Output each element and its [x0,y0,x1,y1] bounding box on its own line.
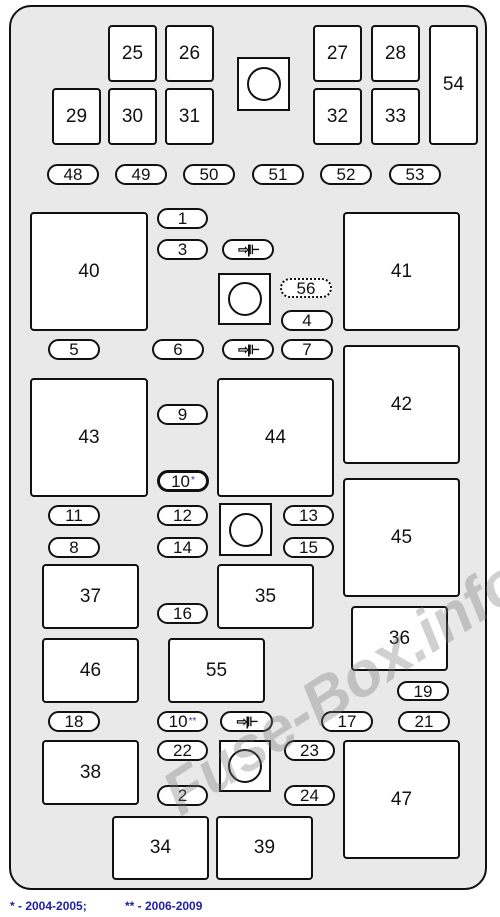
fuse-7: 7 [281,339,333,360]
diode: ⇨|⊩ [220,711,273,732]
bolt-circle-icon [228,512,263,547]
relay-28: 28 [371,25,420,82]
relay-37: 37 [42,564,139,629]
relay-34: 34 [112,816,209,880]
fuse-19: 19 [397,681,449,701]
fuse-10-2004-2005: 10 * [157,470,209,492]
fuse-49: 49 [115,164,167,185]
fuse-2: 2 [157,785,208,806]
fuse-6: 6 [152,339,204,360]
mounting-bolt [218,273,271,325]
fuse-15: 15 [283,537,334,558]
relay-30: 30 [108,88,157,145]
mounting-bolt [219,740,271,792]
fuse-4: 4 [281,310,333,331]
relay-29: 29 [52,88,101,145]
relay-46: 46 [42,638,139,703]
fuse-3: 3 [157,239,208,260]
mounting-bolt [237,57,290,111]
diode: ⇨|⊩ [222,339,274,360]
relay-54: 54 [429,25,478,145]
fuse-label: 10 [168,712,188,731]
fuse-52: 52 [320,164,372,185]
relay-38: 38 [42,740,139,805]
bolt-circle-icon [228,749,262,783]
relay-27: 27 [313,25,362,82]
fuse-8: 8 [48,537,100,558]
fuse-17: 17 [321,711,373,732]
relay-40: 40 [30,212,148,331]
bolt-circle-icon [227,282,262,316]
legend-note-2006-2009: ** - 2006-2009 [125,899,203,913]
legend-note-2004-2005: * - 2004-2005; [10,899,87,913]
fuse-10-2006-2009: 10 ** [157,711,208,732]
relay-25: 25 [108,25,157,82]
fuse-9: 9 [157,404,208,425]
relay-31: 31 [165,88,214,145]
relay-45: 45 [343,478,460,597]
relay-36: 36 [351,606,448,671]
fuse-56: 56 [280,278,332,298]
fuse-18: 18 [48,711,100,732]
fuse-label: 10 [171,471,190,491]
fuse-14: 14 [157,537,208,558]
fuse-21: 21 [398,711,450,732]
relay-35: 35 [217,564,314,629]
fuse-50: 50 [183,164,235,185]
fuse-5: 5 [48,339,100,360]
relay-32: 32 [313,88,362,145]
fuse-12: 12 [157,505,208,526]
fuse-1: 1 [157,208,208,229]
mounting-bolt [219,503,272,556]
fuse-48: 48 [47,164,99,185]
fuse-11: 11 [48,505,100,526]
diode-icon: ⇨|⊩ [238,342,260,357]
fuse-53: 53 [389,164,441,185]
relay-43: 43 [30,378,148,497]
fuse-24: 24 [284,785,335,806]
fuse-22: 22 [157,740,208,761]
diode: ⇨|⊩ [222,239,274,260]
marker-single: * [191,475,195,486]
bolt-circle-icon [246,67,281,101]
fuse-23: 23 [284,740,335,761]
relay-55: 55 [168,638,265,703]
relay-42: 42 [343,345,460,464]
fuse-13: 13 [283,505,334,526]
relay-26: 26 [165,25,214,82]
fuse-51: 51 [252,164,304,185]
relay-41: 41 [343,212,460,331]
marker-double: ** [188,715,197,727]
relay-39: 39 [216,816,313,880]
relay-44: 44 [217,378,334,497]
fuse-16: 16 [157,603,208,624]
relay-47: 47 [343,740,460,859]
diode-icon: ⇨|⊩ [236,714,259,729]
diode-icon: ⇨|⊩ [238,242,260,257]
relay-33: 33 [371,88,420,145]
